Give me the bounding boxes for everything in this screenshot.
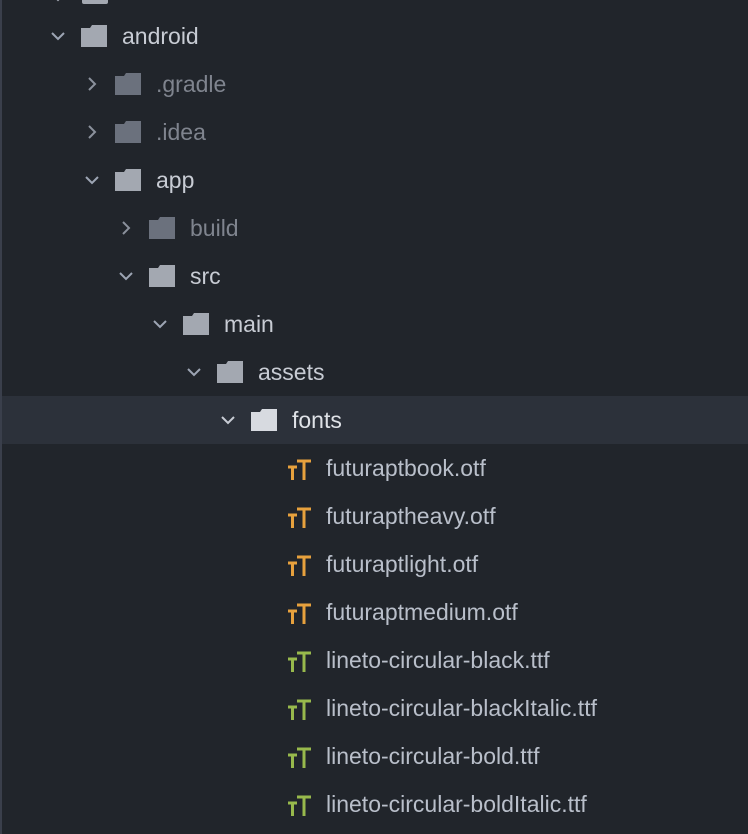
folder-icon: [82, 0, 108, 4]
chevron-down-icon[interactable]: [150, 314, 170, 334]
chevron-down-icon[interactable]: [82, 170, 102, 190]
chevron-down-icon[interactable]: [48, 26, 68, 46]
folder-icon: [217, 361, 243, 383]
folder-icon: [251, 409, 277, 431]
tree-item-label: android: [122, 23, 199, 49]
tree-item-label: futuraptmedium.otf: [326, 599, 518, 625]
tree-item-label: lineto-circular-bold.ttf: [326, 743, 540, 769]
font-file-icon: [288, 507, 311, 528]
tree-item-label: futuraptheavy.otf: [326, 503, 496, 529]
tree-item-label: lineto-circular-boldItalic.ttf: [326, 791, 587, 817]
tree-file-item[interactable]: lineto-circular-boldItalic.ttf: [2, 780, 748, 828]
tree-item-app[interactable]: app: [2, 156, 748, 204]
chevron-down-icon[interactable]: [218, 410, 238, 430]
tree-item-label: assets: [258, 359, 325, 385]
tree-item-build[interactable]: build: [2, 204, 748, 252]
tree-item-label: fonts: [292, 407, 342, 433]
font-file-icon: [288, 747, 311, 768]
chevron-down-icon[interactable]: [116, 266, 136, 286]
folder-icon: [183, 313, 209, 335]
font-file-icon: [288, 603, 311, 624]
tree-file-item[interactable]: lineto-circular-black.ttf: [2, 636, 748, 684]
chevron-right-icon[interactable]: [82, 74, 102, 94]
tree-item-label: src: [190, 263, 221, 289]
tree-item-label: .idea: [156, 119, 206, 145]
tree-file-item[interactable]: futuraptmedium.otf: [2, 588, 748, 636]
tree-item-main[interactable]: main: [2, 300, 748, 348]
tree-item-label: futuraptbook.otf: [326, 455, 486, 481]
folder-icon: [115, 73, 141, 95]
tree-item-gradle[interactable]: .gradle: [2, 60, 748, 108]
font-file-icon: [288, 459, 311, 480]
file-tree-panel: android .gradle .idea app build src main: [0, 0, 748, 834]
tree-item-fonts[interactable]: fonts: [2, 396, 748, 444]
tree-file-item[interactable]: futuraptheavy.otf: [2, 492, 748, 540]
tree-file-item[interactable]: lineto-circular-blackItalic.ttf: [2, 684, 748, 732]
tree-item-label: .gradle: [156, 71, 227, 97]
tree-item-label: lineto-circular-blackItalic.ttf: [326, 695, 597, 721]
font-file-icon: [288, 555, 311, 576]
font-file-icon: [288, 699, 311, 720]
tree-item-label: app: [156, 167, 195, 193]
font-file-icon: [288, 795, 311, 816]
folder-icon: [115, 169, 141, 191]
tree-item-label: main: [224, 311, 274, 337]
tree-item-label: lineto-circular-black.ttf: [326, 647, 550, 673]
tree-item-src[interactable]: src: [2, 252, 748, 300]
font-file-icon: [288, 651, 311, 672]
tree-item-assets[interactable]: assets: [2, 348, 748, 396]
chevron-down-icon[interactable]: [184, 362, 204, 382]
folder-icon: [81, 25, 107, 47]
tree-file-item[interactable]: lineto-circular-bold.ttf: [2, 732, 748, 780]
folder-icon: [149, 265, 175, 287]
folder-icon: [115, 121, 141, 143]
chevron-right-icon[interactable]: [82, 122, 102, 142]
tree-item-label: build: [190, 215, 239, 241]
tree-item-label: futuraptlight.otf: [326, 551, 479, 577]
chevron-down-icon[interactable]: [50, 0, 66, 2]
chevron-right-icon[interactable]: [116, 218, 136, 238]
tree-item-android[interactable]: android: [2, 12, 748, 60]
tree-file-item[interactable]: futuraptbook.otf: [2, 444, 748, 492]
tree-item-idea[interactable]: .idea: [2, 108, 748, 156]
folder-icon: [149, 217, 175, 239]
tree-file-item[interactable]: futuraptlight.otf: [2, 540, 748, 588]
